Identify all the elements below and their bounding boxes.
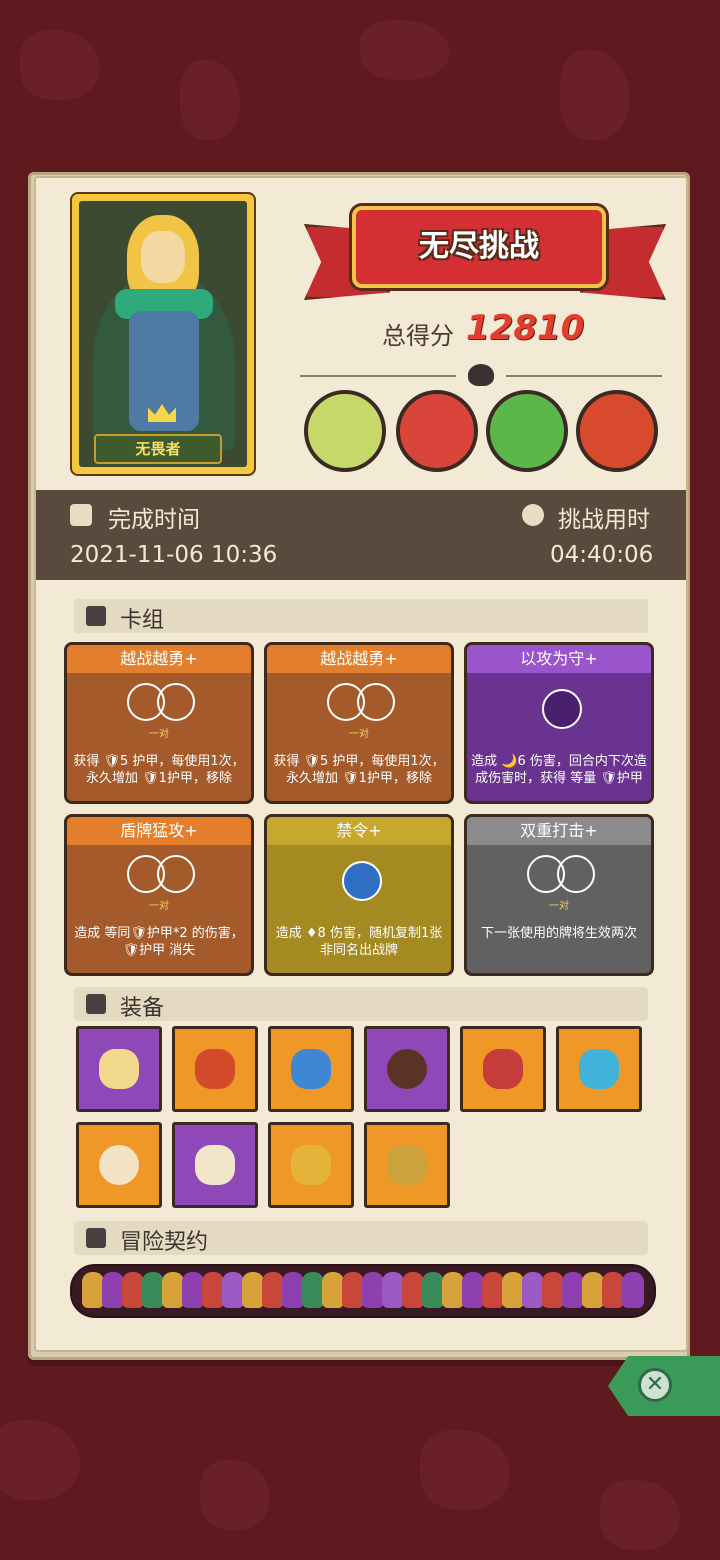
deck-card[interactable]: 盾牌猛攻+ 一对 造成 等同🛡护甲*2 的伤害，🛡护甲 消失 <box>64 814 254 976</box>
card-title: 以攻为守+ <box>467 645 651 673</box>
contracts-header: 冒险契约 <box>74 1221 648 1255</box>
deck-card[interactable]: 以攻为守+ 造成 🌙6 伤害，回合内下次造成伤害时，获得 等量 🛡护甲 <box>464 642 654 804</box>
equipment-slot[interactable] <box>76 1122 162 1208</box>
button-icon <box>387 1049 427 1089</box>
divider-left <box>300 375 456 377</box>
card-desc: 造成 等同🛡护甲*2 的伤害，🛡护甲 消失 <box>74 926 244 958</box>
contracts-strip[interactable] <box>70 1264 656 1318</box>
duration-value: 04:40:06 <box>550 542 654 568</box>
stopwatch-icon <box>522 504 544 526</box>
equipment-slot[interactable] <box>268 1122 354 1208</box>
equipment-slot[interactable] <box>268 1026 354 1112</box>
hero-name: 无畏者 <box>94 434 222 464</box>
duration-label: 挑战用时 <box>558 507 650 533</box>
crystal-shield-icon <box>579 1049 619 1089</box>
claws-icon <box>195 1145 235 1185</box>
card-title: 双重打击+ <box>467 817 651 845</box>
time-band: 完成时间 2021-11-06 10:36 挑战用时 04:40:06 <box>36 490 686 580</box>
finish-time-label: 完成时间 <box>108 507 200 533</box>
deck-card[interactable]: 禁令+ 造成 ♦8 伤害，随机复制1张非同名出战牌 <box>264 814 454 976</box>
deck-card[interactable]: 双重打击+ 一对 下一张使用的牌将生效两次 <box>464 814 654 976</box>
enemy-goblin-king-icon[interactable] <box>486 390 568 472</box>
card-tag: 一对 <box>349 729 369 740</box>
ring-icon <box>99 1145 139 1185</box>
contracts-header-label: 冒险契约 <box>120 1230 209 1255</box>
divider-right <box>506 375 662 377</box>
moon-icon <box>542 689 582 729</box>
equipment-slot[interactable] <box>172 1122 258 1208</box>
rings-icon <box>327 683 397 723</box>
card-title: 越战越勇+ <box>267 645 451 673</box>
mirror-icon <box>99 1049 139 1089</box>
card-desc: 获得 🛡5 护甲，每使用1次，永久增加 🛡1护甲，移除 <box>273 754 445 786</box>
rings-icon <box>127 855 197 895</box>
deck-header: 卡组 <box>74 599 648 633</box>
finish-time-value: 2021-11-06 10:36 <box>70 542 278 568</box>
golden-dice-icon <box>387 1145 427 1185</box>
deck-header-label: 卡组 <box>120 608 165 633</box>
card-title: 盾牌猛攻+ <box>67 817 251 845</box>
close-button[interactable]: ✕ <box>608 1356 720 1416</box>
equipment-header-label: 装备 <box>120 996 165 1021</box>
contract-icon <box>86 1228 106 1248</box>
equipment-slot[interactable] <box>172 1026 258 1112</box>
cards-icon <box>86 606 106 626</box>
equipment-slot[interactable] <box>76 1026 162 1112</box>
deck-card[interactable]: 越战越勇+ 一对 获得 🛡5 护甲，每使用1次，永久增加 🛡1护甲，移除 <box>264 642 454 804</box>
close-icon: ✕ <box>638 1368 672 1402</box>
skull-icon <box>468 364 494 386</box>
enemy-drum-monster-icon[interactable] <box>396 390 478 472</box>
rings-icon <box>127 683 197 723</box>
equipment-slot[interactable] <box>556 1026 642 1112</box>
card-desc: 造成 ♦8 伤害，随机复制1张非同名出战牌 <box>275 926 443 958</box>
equipment-slot[interactable] <box>364 1026 450 1112</box>
card-tag: 一对 <box>149 729 169 740</box>
rings-icon <box>527 855 597 895</box>
enemy-jester-icon[interactable] <box>576 390 658 472</box>
score-value: 12810 <box>466 308 585 348</box>
mode-banner: 无尽挑战 <box>352 206 606 288</box>
card-title: 禁令+ <box>267 817 451 845</box>
feather-icon <box>291 1145 331 1185</box>
hero-portrait <box>79 201 247 467</box>
deck-card[interactable]: 越战越勇+ 一对 获得 🛡5 护甲，每使用1次，永久增加 🛡1护甲，移除 <box>64 642 254 804</box>
film-icon <box>70 504 92 526</box>
card-tag: 一对 <box>549 901 569 912</box>
box-icon <box>86 994 106 1014</box>
mushroom-icon <box>291 1049 331 1089</box>
mask-icon <box>483 1049 523 1089</box>
score-label: 总得分 <box>382 322 454 350</box>
card-desc: 造成 🌙6 伤害，回合内下次造成伤害时，获得 等量 🛡护甲 <box>471 754 647 786</box>
equipment-slot[interactable] <box>364 1122 450 1208</box>
meat-icon <box>195 1049 235 1089</box>
hero-card[interactable]: 无畏者 <box>72 194 254 474</box>
card-desc: 下一张使用的牌将生效两次 <box>480 926 637 941</box>
enemy-dino-skeleton-icon[interactable] <box>304 390 386 472</box>
water-drop-icon <box>342 861 382 901</box>
card-desc: 获得 🛡5 护甲，每使用1次，永久增加 🛡1护甲，移除 <box>73 754 245 786</box>
card-title: 越战越勇+ <box>67 645 251 673</box>
equipment-header: 装备 <box>74 987 648 1021</box>
card-tag: 一对 <box>149 901 169 912</box>
equipment-slot[interactable] <box>460 1026 546 1112</box>
